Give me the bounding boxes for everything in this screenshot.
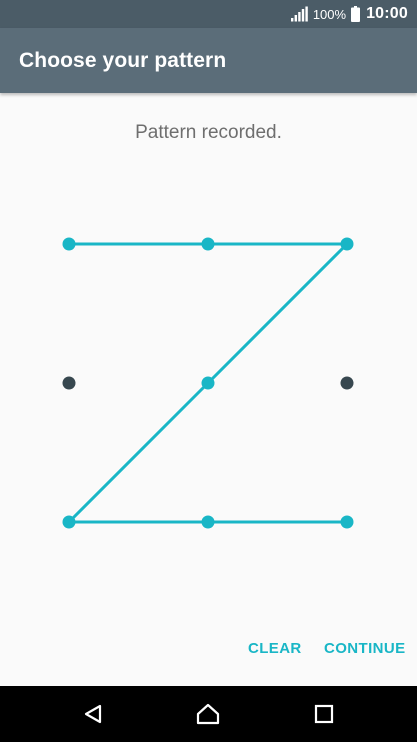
- home-button[interactable]: [178, 686, 238, 742]
- pattern-line-segment: [206, 242, 349, 385]
- pattern-dot-7[interactable]: [62, 515, 76, 529]
- clear-button[interactable]: CLEAR: [248, 640, 302, 657]
- pattern-line-segment: [67, 381, 210, 524]
- pattern-dot-6[interactable]: [340, 376, 354, 390]
- pattern-dot-2[interactable]: [201, 237, 215, 251]
- back-icon: [84, 704, 102, 724]
- pattern-dot-9[interactable]: [340, 515, 354, 529]
- back-button[interactable]: [63, 686, 123, 742]
- pattern-dot-4[interactable]: [62, 376, 76, 390]
- recents-button[interactable]: [294, 686, 354, 742]
- home-icon: [196, 703, 220, 725]
- pattern-grid[interactable]: [0, 0, 417, 742]
- continue-button[interactable]: CONTINUE: [324, 640, 406, 657]
- screen: 100% 10:00 Choose your pattern Pattern r…: [0, 0, 417, 742]
- pattern-dot-3[interactable]: [340, 237, 354, 251]
- pattern-dot-8[interactable]: [201, 515, 215, 529]
- pattern-dot-1[interactable]: [62, 237, 76, 251]
- pattern-dot-5[interactable]: [201, 376, 215, 390]
- recents-icon: [314, 704, 334, 724]
- navigation-bar: [0, 686, 417, 742]
